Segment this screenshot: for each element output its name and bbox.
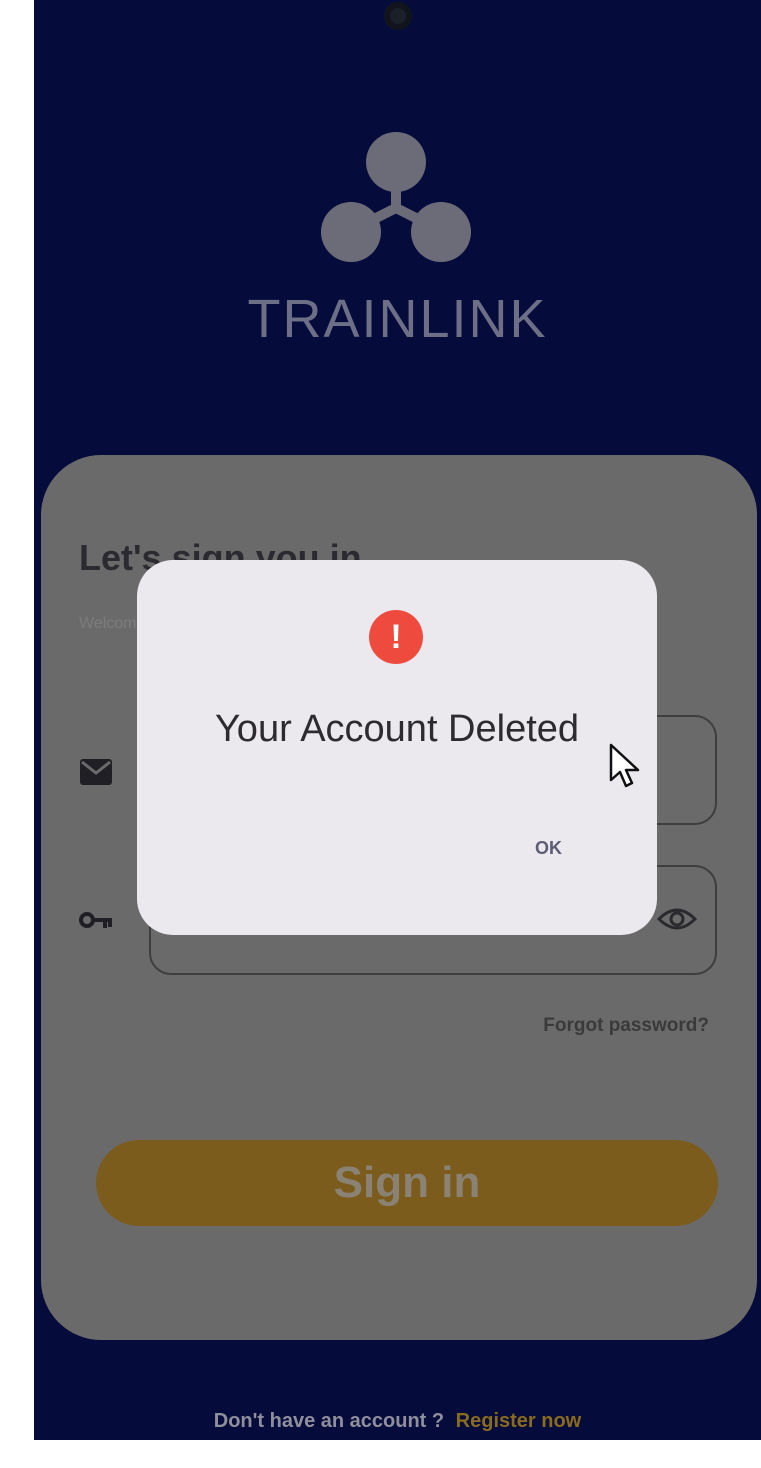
no-account-text: Don't have an account ? bbox=[213, 1410, 445, 1432]
eye-icon[interactable] bbox=[657, 905, 697, 933]
brand-name: TRAINLINK bbox=[247, 289, 548, 349]
trefoil-logo-icon bbox=[321, 132, 471, 262]
key-icon bbox=[79, 912, 112, 928]
mouse-cursor-icon bbox=[609, 743, 640, 788]
alert-dialog: ! Your Account Deleted OK bbox=[137, 560, 657, 935]
register-prompt: Don't have an account ? Register now bbox=[34, 1410, 761, 1433]
register-now-link[interactable]: Register now bbox=[456, 1410, 582, 1432]
envelope-icon bbox=[80, 759, 112, 785]
forgot-password-link[interactable]: Forgot password? bbox=[543, 1015, 709, 1037]
dialog-message: Your Account Deleted bbox=[214, 708, 580, 750]
alert-icon: ! bbox=[369, 610, 423, 664]
app-screen: TRAINLINK Let's sign you in. Welcome bac… bbox=[34, 0, 761, 1440]
alert-icon-symbol: ! bbox=[390, 618, 402, 656]
ok-button[interactable]: OK bbox=[535, 838, 562, 859]
sign-in-button[interactable]: Sign in bbox=[96, 1140, 718, 1226]
camera-cutout bbox=[384, 2, 412, 30]
